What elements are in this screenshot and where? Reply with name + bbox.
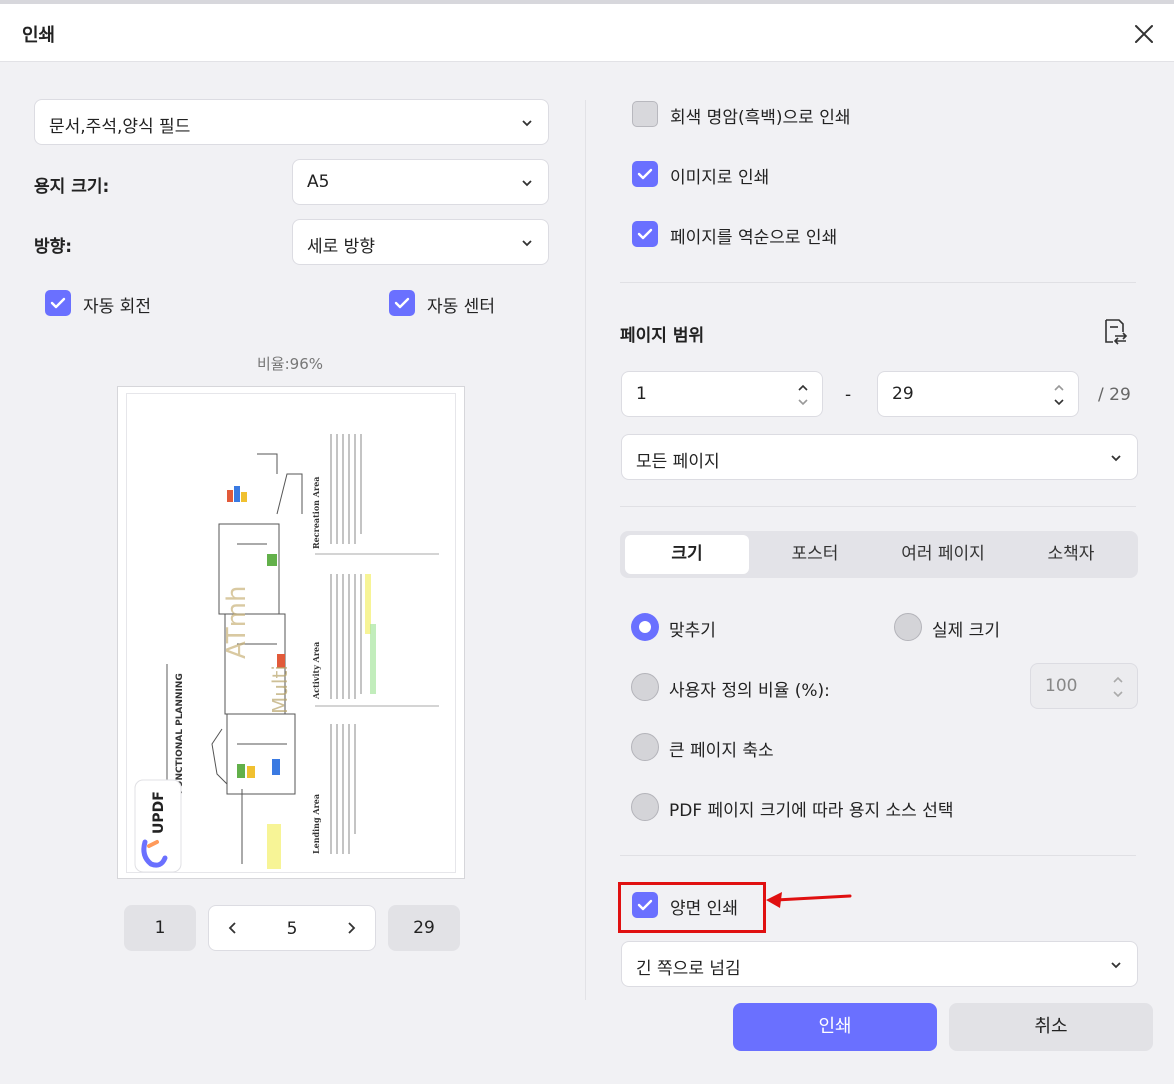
content-select-value: 문서,주석,양식 필드 bbox=[49, 117, 191, 137]
dialog-title: 인쇄 bbox=[22, 25, 56, 46]
tab-booklet[interactable]: 소책자 bbox=[1009, 535, 1133, 574]
check-icon bbox=[50, 297, 66, 309]
range-to-value: 29 bbox=[892, 384, 914, 404]
grayscale-checkbox[interactable] bbox=[632, 101, 658, 127]
auto-rotate-checkbox[interactable] bbox=[45, 290, 71, 316]
range-from-input[interactable]: 1 bbox=[621, 371, 823, 417]
tab-size[interactable]: 크기 bbox=[625, 535, 749, 574]
pdf-source-radio[interactable] bbox=[631, 793, 659, 821]
shrink-label: 큰 페이지 축소 bbox=[669, 741, 774, 761]
custom-scale-radio[interactable] bbox=[631, 673, 659, 701]
orientation-value: 세로 방향 bbox=[307, 237, 375, 257]
custom-scale-label: 사용자 정의 비율 (%): bbox=[669, 681, 830, 701]
chevron-down-icon bbox=[1111, 455, 1121, 462]
range-total: / 29 bbox=[1098, 385, 1131, 405]
pdf-source-label: PDF 페이지 크기에 따라 용지 소스 선택 bbox=[669, 801, 954, 821]
red-arrow-icon bbox=[766, 892, 852, 908]
page-navigator: 5 bbox=[208, 905, 376, 951]
svg-text:Multi: Multi bbox=[268, 665, 292, 714]
swap-pages-icon[interactable] bbox=[1099, 316, 1129, 346]
print-button[interactable]: 인쇄 bbox=[733, 1003, 937, 1051]
svg-text:FUNCTIONAL PLANNING: FUNCTIONAL PLANNING bbox=[175, 673, 185, 794]
stepper-icon[interactable] bbox=[796, 380, 810, 410]
chevron-down-icon bbox=[522, 240, 532, 247]
shrink-radio[interactable] bbox=[631, 733, 659, 761]
tab-multiple-pages[interactable]: 여러 페이지 bbox=[881, 535, 1005, 574]
duplex-highlight-box bbox=[618, 882, 766, 933]
paper-size-value: A5 bbox=[307, 172, 330, 192]
svg-text:ATmh: ATmh bbox=[222, 586, 252, 659]
scaling-tabs: 크기 포스터 여러 페이지 소책자 bbox=[620, 531, 1138, 578]
fit-radio[interactable] bbox=[631, 613, 659, 641]
grayscale-label: 회색 명암(흑백)으로 인쇄 bbox=[670, 108, 851, 128]
flip-select[interactable]: 긴 쪽으로 넘김 bbox=[621, 941, 1138, 987]
content-select[interactable]: 문서,주석,양식 필드 bbox=[34, 99, 549, 145]
cancel-button[interactable]: 취소 bbox=[949, 1003, 1153, 1051]
flip-select-value: 긴 쪽으로 넘김 bbox=[636, 959, 741, 979]
preview-area-recreation: Recreation Area bbox=[311, 477, 321, 549]
last-page-button[interactable]: 29 bbox=[388, 905, 460, 951]
column-divider bbox=[585, 100, 586, 1000]
check-icon bbox=[637, 228, 653, 240]
preview-area-activity: Activity Area bbox=[311, 642, 321, 700]
section-divider bbox=[620, 506, 1136, 507]
section-divider bbox=[620, 855, 1136, 856]
scale-text: 비율:96% bbox=[257, 355, 323, 373]
preview-illustration: ATmh Multi FUNCTIONAL PLANNING Lending A… bbox=[134, 434, 439, 872]
chevron-right-icon[interactable] bbox=[343, 920, 359, 936]
preview-area-lending: Lending Area bbox=[311, 794, 321, 854]
check-icon bbox=[637, 168, 653, 180]
preview-logo-text: UPDF bbox=[151, 791, 167, 834]
auto-rotate-label: 자동 회전 bbox=[83, 297, 151, 317]
chevron-down-icon bbox=[522, 180, 532, 187]
title-bar: 인쇄 bbox=[0, 4, 1174, 62]
range-dash: - bbox=[845, 385, 852, 405]
print-as-image-label: 이미지로 인쇄 bbox=[670, 168, 770, 188]
orientation-label: 방향: bbox=[34, 237, 73, 257]
custom-scale-value: 100 bbox=[1045, 676, 1078, 696]
tab-poster[interactable]: 포스터 bbox=[753, 535, 877, 574]
actual-size-label: 실제 크기 bbox=[932, 621, 1000, 641]
check-icon bbox=[394, 297, 410, 309]
orientation-select[interactable]: 세로 방향 bbox=[292, 219, 549, 265]
actual-size-radio[interactable] bbox=[894, 613, 922, 641]
page-range-label: 페이지 범위 bbox=[620, 326, 705, 346]
range-from-value: 1 bbox=[636, 384, 647, 404]
chevron-down-icon bbox=[522, 120, 532, 127]
reverse-order-label: 페이지를 역순으로 인쇄 bbox=[670, 228, 838, 248]
range-to-input[interactable]: 29 bbox=[877, 371, 1079, 417]
print-dialog: 인쇄 문서,주석,양식 필드 용지 크기: A5 방향: 세로 방향 자동 회전… bbox=[0, 0, 1174, 1084]
page-preview: ATmh Multi FUNCTIONAL PLANNING Lending A… bbox=[117, 386, 465, 879]
pages-select-value: 모든 페이지 bbox=[636, 452, 720, 472]
print-as-image-checkbox[interactable] bbox=[632, 161, 658, 187]
paper-size-select[interactable]: A5 bbox=[292, 159, 549, 205]
first-page-button[interactable]: 1 bbox=[124, 905, 196, 951]
fit-label: 맞추기 bbox=[669, 621, 716, 641]
auto-center-checkbox[interactable] bbox=[389, 290, 415, 316]
auto-center-label: 자동 센터 bbox=[427, 297, 495, 317]
stepper-icon[interactable] bbox=[1111, 672, 1125, 702]
chevron-down-icon bbox=[1111, 962, 1121, 969]
section-divider bbox=[620, 282, 1136, 283]
custom-scale-input[interactable]: 100 bbox=[1030, 663, 1138, 709]
preview-page: ATmh Multi FUNCTIONAL PLANNING Lending A… bbox=[126, 393, 456, 873]
stepper-icon[interactable] bbox=[1052, 380, 1066, 410]
reverse-order-checkbox[interactable] bbox=[632, 221, 658, 247]
paper-size-label: 용지 크기: bbox=[34, 177, 110, 197]
pages-select[interactable]: 모든 페이지 bbox=[621, 434, 1138, 480]
close-icon[interactable] bbox=[1128, 18, 1160, 50]
